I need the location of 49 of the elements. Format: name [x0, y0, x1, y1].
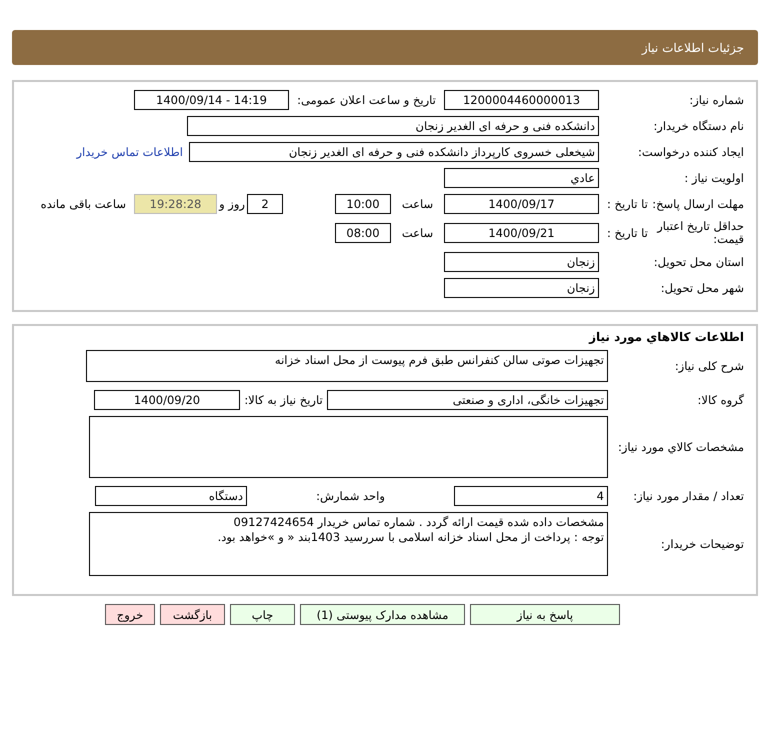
- field-label: نام دستگاه خریدار:: [652, 119, 744, 133]
- field-label: واحد شمارش:: [315, 489, 386, 503]
- field-label: اولویت نیاز :: [683, 171, 744, 185]
- field-label: حداقل تاریخ اعتبار قیمت:: [656, 220, 744, 246]
- need-date-field: 1400/09/20: [94, 390, 240, 410]
- city-field: زنجان: [444, 278, 599, 298]
- action-button[interactable]: پاسخ به نیاز: [470, 604, 620, 625]
- field-label: شرح کلی نیاز:: [674, 359, 744, 373]
- buyer-contact-link[interactable]: اطلاعات تماس خریدار: [76, 145, 183, 159]
- action-button[interactable]: خروج: [105, 604, 155, 625]
- validity-time-field: 08:00: [335, 223, 391, 243]
- field-label: ساعت باقی مانده: [40, 197, 127, 211]
- buyer-org-field: دانشکده فنی و حرفه ای الغدیر زنجان: [187, 116, 599, 136]
- remaining-time-field: 19:28:28: [134, 194, 217, 214]
- field-label: استان محل تحویل:: [652, 255, 744, 269]
- priority-field: عادي: [444, 168, 599, 188]
- validity-date-field: 1400/09/21: [444, 223, 599, 243]
- field-label: مشخصات کالاي مورد نياز:: [616, 440, 744, 454]
- field-label: شهر محل تحویل:: [660, 281, 744, 295]
- field-label: شماره نیاز:: [688, 93, 744, 107]
- field-label: توضیحات خریدار:: [660, 537, 744, 551]
- action-button[interactable]: مشاهده مدارک پیوستی (1): [300, 604, 465, 625]
- action-button[interactable]: چاپ: [230, 604, 295, 625]
- need-number-field: 1200004460000013: [444, 90, 599, 110]
- buyer-notes-field: مشخصات داده شده قیمت ارائه گردد . شماره تماس خریدار 09127424654 توجه : پرداخت از محل اسناد خزانه اسلامی با سررسید 1403بند « و »خواهد بود.: [89, 512, 608, 576]
- field-label: ساعت: [400, 197, 434, 211]
- field-label: تعداد / مقدار مورد نیاز:: [632, 489, 744, 503]
- page-title: جزئیات اطلاعات نیاز: [642, 40, 744, 54]
- announce-date-field: 1400/09/14 - 14:19: [134, 90, 289, 110]
- field-label: تا تاریخ :: [607, 197, 648, 211]
- field-label: روز و: [218, 197, 246, 211]
- unit-field: دستگاه: [95, 486, 247, 506]
- field-label: ساعت: [400, 226, 434, 240]
- goods-group-field: تجهیزات خانگی، اداری و صنعتی: [327, 390, 608, 410]
- description-field: تجهیزات صوتی سالن کنفرانس طبق فرم پیوست از محل اسناد خزانه: [86, 350, 608, 382]
- days-field: 2: [247, 194, 283, 214]
- section-title: اطلاعات کالاهاي مورد نياز: [588, 330, 744, 344]
- deadline-date-field: 1400/09/17: [444, 194, 599, 214]
- field-label: تاریخ نیاز به کالا:: [243, 393, 324, 407]
- field-label: مهلت ارسال پاسخ:: [652, 197, 744, 211]
- requester-field: شیخعلی خسروی کارپرداز دانشکده فنی و حرفه ای الغدیر زنجان: [189, 142, 599, 162]
- quantity-field: 4: [454, 486, 608, 506]
- field-label: تاریخ و ساعت اعلان عمومی:: [296, 93, 437, 107]
- province-field: زنجان: [444, 252, 599, 272]
- deadline-time-field: 10:00: [335, 194, 391, 214]
- action-button[interactable]: بازگشت: [160, 604, 225, 625]
- field-label: گروه کالا:: [696, 393, 744, 407]
- field-label: ایجاد کننده درخواست:: [637, 145, 744, 159]
- field-label: تا تاریخ :: [607, 226, 648, 240]
